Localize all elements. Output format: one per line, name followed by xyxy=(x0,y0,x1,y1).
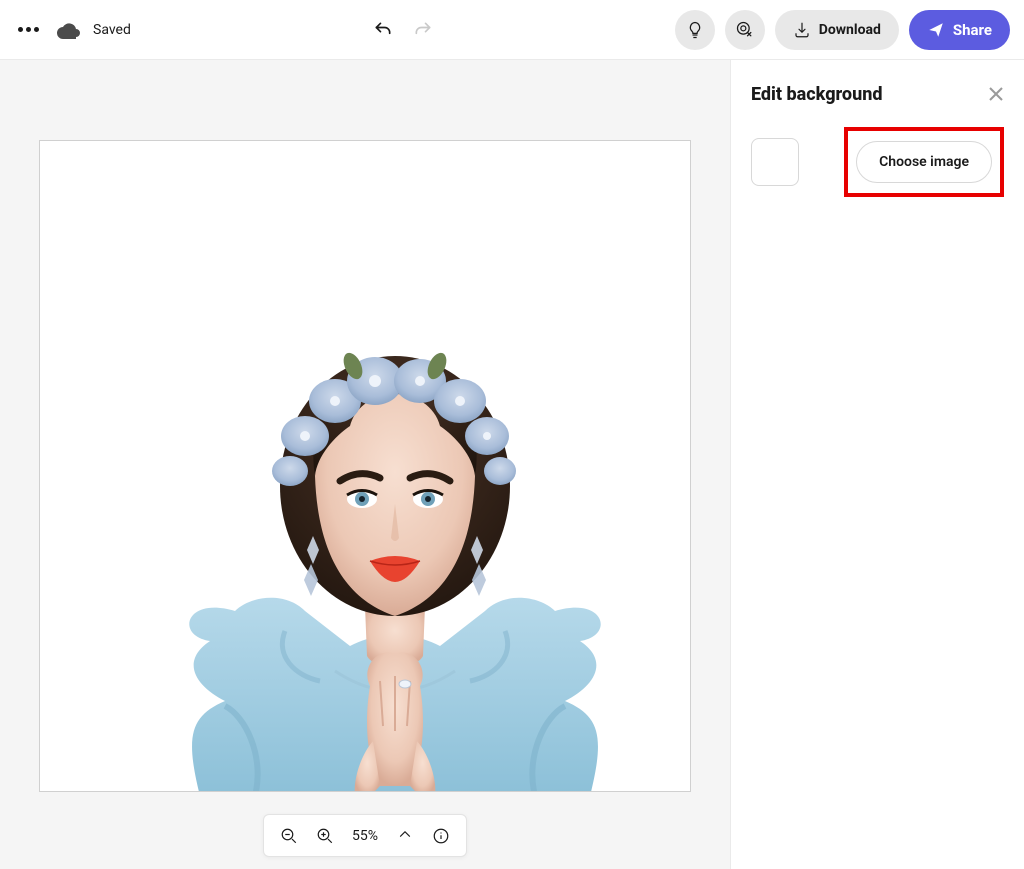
cloud-saved-icon xyxy=(57,23,79,37)
undo-button[interactable] xyxy=(367,14,399,46)
background-color-swatch[interactable] xyxy=(751,138,799,186)
history-controls xyxy=(131,14,675,46)
choose-image-highlight: Choose image xyxy=(844,127,1004,197)
background-options-row: Choose image xyxy=(751,127,1004,197)
info-button[interactable] xyxy=(432,827,450,845)
canvas-area: 55% xyxy=(0,60,731,869)
magic-button[interactable] xyxy=(725,10,765,50)
share-label: Share xyxy=(953,21,992,39)
share-button[interactable]: Share xyxy=(909,10,1010,50)
hint-button[interactable] xyxy=(675,10,715,50)
panel-title: Edit background xyxy=(751,84,1004,105)
top-toolbar: Saved Download Share xyxy=(0,0,1024,60)
download-button[interactable]: Download xyxy=(775,10,899,50)
zoom-toolbar: 55% xyxy=(263,814,467,857)
canvas[interactable] xyxy=(39,140,691,792)
edit-background-panel: Edit background Choose image xyxy=(731,60,1024,869)
portrait-image[interactable] xyxy=(155,286,635,792)
zoom-in-button[interactable] xyxy=(316,827,334,845)
topbar-left-group: Saved xyxy=(14,22,131,38)
zoom-menu-button[interactable] xyxy=(396,825,414,846)
more-options-button[interactable] xyxy=(14,23,43,36)
choose-image-label: Choose image xyxy=(879,154,969,170)
topbar-right-group: Download Share xyxy=(675,10,1010,50)
zoom-out-button[interactable] xyxy=(280,827,298,845)
close-panel-button[interactable] xyxy=(986,84,1006,104)
saved-status-label: Saved xyxy=(93,22,131,38)
zoom-value: 55% xyxy=(352,828,378,844)
main-area: 55% Edit background Choose image xyxy=(0,60,1024,869)
choose-image-button[interactable]: Choose image xyxy=(856,141,992,183)
download-label: Download xyxy=(819,22,881,38)
redo-button[interactable] xyxy=(407,14,439,46)
